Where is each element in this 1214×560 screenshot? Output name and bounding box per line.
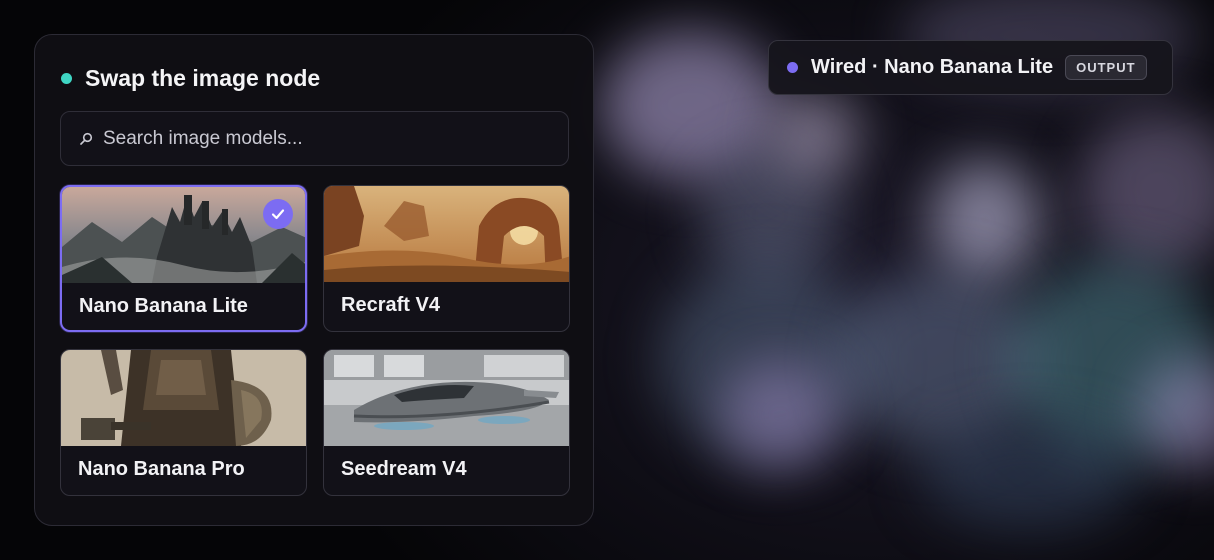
search-icon: [79, 132, 93, 146]
model-thumbnail-knight: [61, 350, 306, 446]
swap-image-node-panel: Swap the image node Search image models.…: [34, 34, 594, 526]
model-card-nano-banana-pro[interactable]: Nano Banana Pro: [60, 349, 307, 496]
status-dot: [61, 73, 72, 84]
model-card-label: Nano Banana Pro: [78, 458, 245, 480]
checkmark-icon: [271, 209, 285, 220]
model-card-label: Nano Banana Lite: [79, 295, 248, 317]
connection-dot: [787, 62, 798, 73]
model-card-nano-banana-lite[interactable]: Nano Banana Lite: [60, 185, 307, 332]
model-card-recraft-v4[interactable]: Recraft V4: [323, 185, 570, 332]
search-box[interactable]: [60, 111, 569, 166]
wired-output-node[interactable]: Wired · Nano Banana Lite OUTPUT: [768, 40, 1173, 95]
model-card-label: Recraft V4: [341, 294, 440, 316]
model-thumbnail-hover-car: [324, 350, 569, 446]
panel-title: Swap the image node: [61, 65, 320, 92]
model-thumbnail-castle: [62, 187, 305, 283]
selected-checkmark: [263, 199, 293, 229]
panel-title-text: Swap the image node: [85, 65, 321, 91]
model-card-label: Seedream V4: [341, 458, 467, 480]
model-card-seedream-v4[interactable]: Seedream V4: [323, 349, 570, 496]
model-thumbnail-desert: [324, 186, 569, 282]
search-input[interactable]: [103, 127, 523, 150]
wired-node-label: Wired · Nano Banana Lite: [811, 56, 1054, 78]
output-badge: OUTPUT: [1065, 55, 1147, 80]
